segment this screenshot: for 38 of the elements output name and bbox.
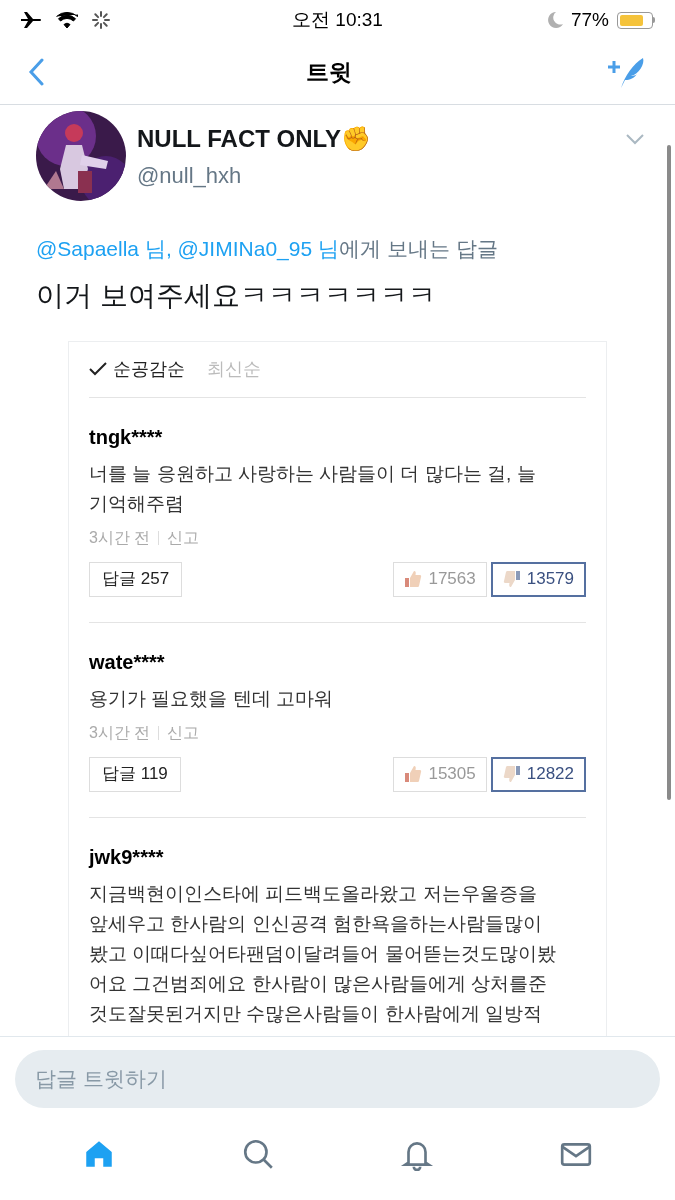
chevron-down-icon[interactable]	[625, 133, 645, 145]
display-name: NULL FACT ONLY✊	[137, 124, 372, 154]
like-button[interactable]: 17563	[393, 561, 487, 597]
checkmark-icon	[89, 362, 107, 376]
comment-time: 3시간 전	[89, 527, 151, 548]
reply-context: @Sapaella 님, @JIMINa0_95 님에게 보내는 답글	[36, 236, 499, 263]
comment-username: wate****	[89, 649, 166, 674]
airplane-icon	[20, 11, 42, 29]
dislike-button[interactable]: 13579	[490, 561, 586, 597]
sort-option: 최신순	[207, 355, 261, 383]
comment-text: 너를 늘 응원하고 사랑하는 사람들이 더 많다는 걸, 늘 기억해주렴	[89, 461, 537, 516]
mention-link[interactable]: @Sapaella 님, @JIMINa0_95 님	[36, 237, 339, 260]
tweet-text: 이거 보여주세요ㅋㅋㅋㅋㅋㅋㅋ	[36, 278, 437, 313]
comment-text: 용기가 필요했을 텐데 고마워	[89, 686, 334, 711]
comment-username: tngk****	[89, 424, 164, 449]
dislike-button[interactable]: 12822	[490, 756, 586, 792]
page-title: 트윗	[304, 57, 353, 87]
thumbs-down-icon	[502, 765, 521, 783]
comment-username: jwk9****	[89, 844, 165, 869]
user-handle: @null_hxh	[137, 162, 243, 190]
sort-option: 순공감순	[89, 355, 185, 383]
comment-time: 3시간 전	[89, 722, 151, 743]
battery-icon	[617, 11, 655, 29]
reply-count-button[interactable]: 답글 119	[89, 756, 181, 792]
thumbs-up-icon	[404, 765, 423, 783]
thumbs-up-icon	[404, 570, 423, 588]
reply-count-button[interactable]: 답글 257	[89, 561, 183, 597]
thumbs-down-icon	[502, 570, 521, 588]
status-time: 오전 10:31	[292, 7, 383, 32]
like-button[interactable]: 15305	[393, 756, 487, 792]
report-link[interactable]: 신고	[167, 527, 200, 548]
reply-input-field[interactable]: 답글 트윗하기	[15, 1050, 660, 1108]
wifi-icon	[56, 11, 78, 29]
battery-percentage: 77%	[570, 7, 609, 32]
report-link[interactable]: 신고	[167, 722, 200, 743]
comment-text: 지금백현이인스타에 피드백도올라왔고 저는우울증을 앞세우고 한사람의 인신공격 험한욕을하는사람들많이 봤고 이때다싶어타팬덤이달려들어 물어뜯는것도많이봤 어요 그건범죄에요 한사람이 많은사람들에게 상처를준 것도잘못된거지만 수많은사람들이 한사람에게 일방적	[89, 881, 557, 1026]
moon-icon	[546, 11, 563, 29]
loading-spinner-icon	[92, 11, 110, 29]
